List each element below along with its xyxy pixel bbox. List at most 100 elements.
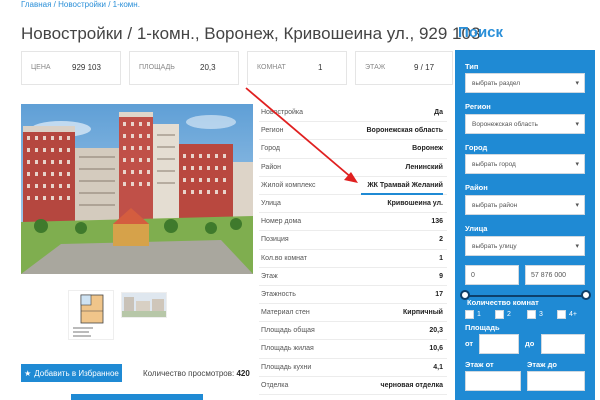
- breadcrumb-current[interactable]: 1-комн.: [113, 0, 140, 9]
- chevron-down-icon: ▾: [575, 121, 579, 128]
- property-row: Отделка черновая отделка: [259, 377, 447, 395]
- filter-street-label: Улица: [465, 224, 488, 233]
- area-to-input[interactable]: [541, 334, 585, 354]
- property-key: Площадь общая: [261, 327, 315, 335]
- property-row: Улица Кривошеина ул.: [259, 195, 447, 214]
- stat-rooms-label: КОМНАТ: [257, 64, 286, 71]
- breadcrumb-new-buildings[interactable]: Новостройки: [58, 0, 106, 9]
- property-key: Позиция: [261, 236, 289, 244]
- property-value: 2: [439, 236, 443, 244]
- filter-region-select[interactable]: Воронежская область ▾: [465, 114, 585, 134]
- price-slider-max-handle[interactable]: [581, 290, 591, 300]
- property-row: Регион Воронежская область: [259, 122, 447, 141]
- property-row: Номер дома 136: [259, 213, 447, 232]
- property-row: Позиция 2: [259, 231, 447, 250]
- room-checkbox-label: 4+: [569, 311, 577, 318]
- room-checkbox-4plus[interactable]: 4+: [557, 310, 577, 319]
- property-key: Площадь жилая: [261, 345, 314, 353]
- views-label: Количество просмотров:: [143, 369, 235, 378]
- filter-city-value: выбрать город: [472, 160, 516, 168]
- property-key: Этажность: [261, 290, 296, 298]
- thumbnail-floorplan[interactable]: [68, 290, 114, 340]
- floor-from-input[interactable]: [465, 371, 521, 391]
- stat-price-label: ЦЕНА: [31, 64, 51, 71]
- property-key: Номер дома: [261, 218, 302, 226]
- property-row: Город Воронеж: [259, 140, 447, 159]
- property-value: 1: [439, 254, 443, 262]
- price-slider-track[interactable]: [465, 295, 585, 297]
- stat-area-value: 20,3: [200, 63, 216, 72]
- property-row-complex: Жилой комплекс ЖК Трамвай Желаний: [259, 177, 447, 195]
- courtyard-thumbnail-image: [122, 293, 166, 317]
- property-row: Материал стен Кирпичный: [259, 304, 447, 323]
- views-counter: Количество просмотров: 420: [143, 369, 250, 378]
- chevron-down-icon: ▾: [575, 161, 579, 168]
- property-value: 10,6: [429, 345, 443, 353]
- property-value: 9: [439, 272, 443, 280]
- property-row: Площадь жилая 10,6: [259, 340, 447, 359]
- stat-area: ПЛОЩАДЬ 20,3: [129, 51, 239, 85]
- price-min-input[interactable]: 0: [465, 265, 519, 285]
- property-row: Площадь кухни 4,1: [259, 359, 447, 377]
- room-checkbox-3[interactable]: 3: [527, 310, 543, 319]
- room-checkbox-label: 1: [477, 311, 481, 318]
- stat-rooms: КОМНАТ 1: [247, 51, 347, 85]
- star-icon: ★: [24, 368, 32, 378]
- building-illustration: [21, 104, 253, 274]
- property-row: Этаж 9: [259, 268, 447, 286]
- area-from-input[interactable]: [479, 334, 519, 354]
- property-key: Кол.во комнат: [261, 254, 307, 262]
- room-checkbox-2[interactable]: 2: [495, 310, 511, 319]
- floor-from-label: Этаж от: [465, 360, 494, 369]
- property-key: Материал стен: [261, 309, 310, 317]
- property-value: Воронежская область: [366, 127, 444, 135]
- filter-district-select[interactable]: выбрать район ▾: [465, 195, 585, 215]
- filter-type-value: выбрать раздел: [472, 79, 521, 87]
- bottom-action-button[interactable]: [71, 394, 203, 400]
- property-value: 17: [435, 290, 443, 298]
- filter-city-select[interactable]: выбрать город ▾: [465, 154, 585, 174]
- add-to-favorites-label: Добавить в Избранное: [34, 368, 119, 378]
- thumbnail-courtyard[interactable]: [121, 292, 167, 318]
- stat-area-label: ПЛОЩАДЬ: [139, 64, 175, 71]
- property-key: Район: [261, 163, 281, 171]
- page-title: Новостройки / 1-комн., Воронеж, Кривошеи…: [21, 24, 481, 43]
- property-value: Кривошеина ул.: [387, 199, 443, 207]
- chevron-down-icon: ▾: [575, 80, 579, 87]
- filter-type-select[interactable]: выбрать раздел ▾: [465, 73, 585, 93]
- area-to-label: до: [525, 339, 535, 348]
- property-value: 4,1: [433, 363, 443, 371]
- area-from-label: от: [465, 339, 474, 348]
- property-key: Жилой комплекс: [261, 181, 316, 189]
- property-key: Улица: [261, 199, 281, 207]
- property-row: Этажность 17: [259, 286, 447, 305]
- stat-rooms-value: 1: [318, 63, 323, 72]
- rooms-label: Количество комнат: [467, 298, 539, 307]
- property-value: 136: [431, 218, 443, 226]
- floor-to-input[interactable]: [527, 371, 585, 391]
- checkbox-icon: [557, 310, 566, 319]
- price-max-input[interactable]: 57 876 000: [525, 265, 585, 285]
- stat-price: ЦЕНА 929 103: [21, 51, 121, 85]
- main-photo[interactable]: [21, 104, 253, 274]
- area-label: Площадь: [465, 323, 500, 332]
- checkbox-icon: [495, 310, 504, 319]
- room-checkbox-1[interactable]: 1: [465, 310, 481, 319]
- property-value: 20,3: [429, 327, 443, 335]
- property-value: Воронеж: [412, 145, 443, 153]
- property-key: Этаж: [261, 272, 278, 280]
- property-key: Отделка: [261, 381, 289, 389]
- property-row: Площадь общая 20,3: [259, 322, 447, 341]
- property-value: Да: [434, 109, 443, 116]
- room-checkbox-label: 3: [539, 311, 543, 318]
- search-sidebar: Тип выбрать раздел ▾ Регион Воронежская …: [455, 50, 595, 400]
- filter-street-select[interactable]: выбрать улицу ▾: [465, 236, 585, 256]
- chevron-down-icon: ▾: [575, 243, 579, 250]
- stats-bar: ЦЕНА 929 103 ПЛОЩАДЬ 20,3 КОМНАТ 1 ЭТАЖ …: [21, 51, 453, 85]
- floor-to-label: Этаж до: [527, 360, 557, 369]
- breadcrumb-home[interactable]: Главная: [21, 0, 51, 9]
- residential-complex-link[interactable]: ЖК Трамвай Желаний: [367, 182, 443, 189]
- rooms-checkboxes: 1 2 3 4+: [465, 310, 590, 320]
- add-to-favorites-button[interactable]: ★ Добавить в Избранное: [21, 364, 122, 382]
- property-table: Новостройка Да Регион Воронежская область …: [259, 104, 447, 395]
